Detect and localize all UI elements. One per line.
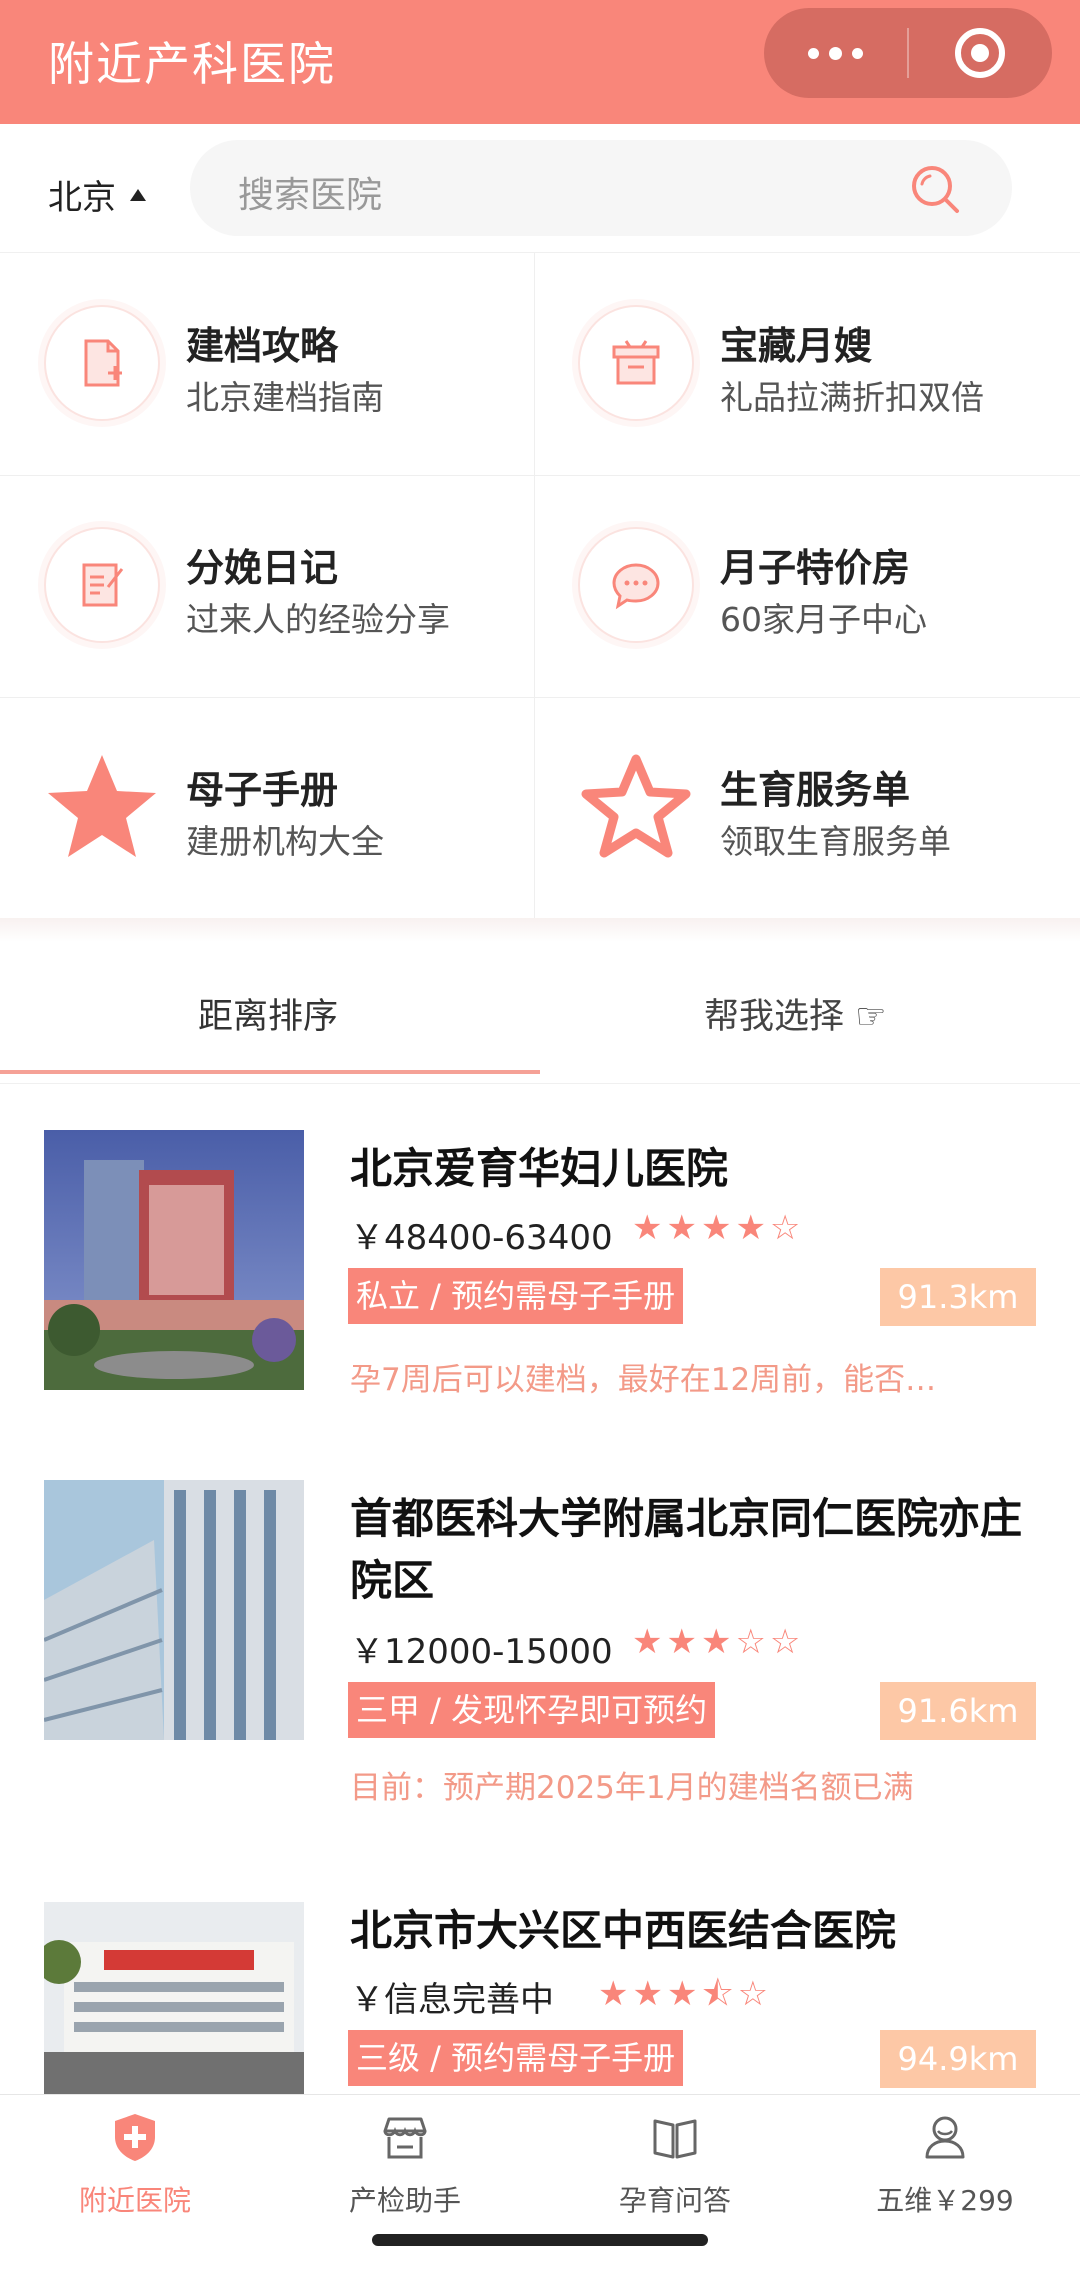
hospital-tag: 三甲 / 发现怀孕即可预约 xyxy=(348,1682,716,1738)
header: 附近产科医院 xyxy=(0,0,1080,124)
nav-label: 孕育问答 xyxy=(618,2184,731,2217)
hospital-tag: 三级 / 预约需母子手册 xyxy=(348,2030,684,2086)
grid-item-title: 生育服务单 xyxy=(720,768,911,812)
nav-pregnancy-qa[interactable]: 孕育问答 xyxy=(540,2095,810,2225)
grid-item-title: 月子特价房 xyxy=(720,546,911,590)
chat-bubble-icon xyxy=(578,527,694,643)
nav-label: 五维￥299 xyxy=(876,2184,1014,2217)
feature-grid: 建档攻略 北京建档指南 宝藏月嫂 礼品拉满折扣双倍 分娩日记 过来人的经验分享 … xyxy=(0,252,1080,919)
distance-badge: 94.9km xyxy=(880,2030,1036,2088)
grid-item-yuezi[interactable]: 月子特价房 60家月子中心 xyxy=(534,475,1068,697)
search-placeholder: 搜索医院 xyxy=(238,175,383,216)
book-icon xyxy=(653,2119,697,2159)
tab-help-me-choose[interactable]: 帮我选择 ☞ xyxy=(704,988,887,1039)
close-button[interactable] xyxy=(909,8,1052,98)
grid-item-desc: 过来人的经验分享 xyxy=(186,600,450,639)
hospital-card[interactable]: 北京爱育华妇儿医院 ￥48400-63400 ★★★★☆ 私立 / 预约需母子手… xyxy=(0,1084,1080,1424)
miniprogram-capsule xyxy=(764,8,1052,98)
hospital-note: 孕7周后可以建档，最好在12周前，能否… xyxy=(350,1362,937,1398)
page-title: 附近产科医院 xyxy=(48,37,336,91)
grid-item-desc: 领取生育服务单 xyxy=(720,822,951,861)
grid-item-desc: 建册机构大全 xyxy=(186,822,384,861)
nav-checkup-assistant[interactable]: 产检助手 xyxy=(270,2095,540,2225)
gift-box-icon xyxy=(578,305,694,421)
grid-item-desc: 60家月子中心 xyxy=(720,600,927,639)
rating-stars: ★★★★☆ xyxy=(632,1208,805,1248)
store-icon xyxy=(383,2117,427,2159)
search-row: 北京 搜索医院 xyxy=(0,124,1080,252)
grid-item-jiandang[interactable]: 建档攻略 北京建档指南 xyxy=(0,253,534,475)
grid-item-title: 分娩日记 xyxy=(186,546,339,590)
user-icon xyxy=(925,2116,965,2159)
star-outline-icon xyxy=(578,749,694,865)
nav-nearby-hospital[interactable]: 附近医院 xyxy=(0,2095,270,2225)
grid-item-desc: 礼品拉满折扣双倍 xyxy=(720,378,984,417)
grid-item-muzi[interactable]: 母子手册 建册机构大全 xyxy=(0,697,534,919)
hospital-shield-icon xyxy=(115,2114,155,2161)
grid-item-fenmian[interactable]: 分娩日记 过来人的经验分享 xyxy=(0,475,534,697)
hospital-photo xyxy=(44,1130,304,1390)
hospital-tag: 私立 / 预约需母子手册 xyxy=(348,1268,684,1324)
grid-item-yuesao[interactable]: 宝藏月嫂 礼品拉满折扣双倍 xyxy=(534,253,1068,475)
hospital-name: 北京市大兴区中西医结合医院 xyxy=(350,1906,897,1955)
grid-item-title: 母子手册 xyxy=(186,768,339,812)
search-icon[interactable] xyxy=(908,162,962,216)
hospital-price: ￥48400-63400 xyxy=(350,1218,613,1258)
sort-tabs: 距离排序 帮我选择 ☞ xyxy=(0,942,1080,1084)
more-dot-icon xyxy=(829,46,842,60)
star-filled-icon xyxy=(44,749,160,865)
more-dot-icon xyxy=(808,47,819,59)
bottom-nav: 附近医院 产检助手 孕育问答 五维￥299 xyxy=(0,2094,1080,2224)
edit-note-icon xyxy=(44,527,160,643)
close-circle-icon xyxy=(955,28,1006,78)
hospital-price: ￥12000-15000 xyxy=(350,1632,613,1672)
hospital-price: ￥信息完善中 xyxy=(350,1980,554,2020)
tab-distance-sort[interactable]: 距离排序 xyxy=(198,988,338,1039)
hospital-photo xyxy=(44,1480,304,1740)
city-selector[interactable]: 北京 xyxy=(48,170,146,219)
hospital-card[interactable]: 北京市大兴区中西医结合医院 ￥信息完善中 ★★★⯪☆ 三级 / 预约需母子手册 … xyxy=(0,1834,1080,2094)
nav-label: 产检助手 xyxy=(348,2184,461,2217)
grid-item-desc: 北京建档指南 xyxy=(186,378,384,417)
distance-badge: 91.3km xyxy=(880,1268,1036,1326)
rating-stars: ★★★☆☆ xyxy=(632,1622,805,1662)
hospital-photo xyxy=(44,1902,304,2094)
city-label: 北京 xyxy=(48,178,116,218)
document-add-icon xyxy=(44,305,160,421)
grid-item-title: 建档攻略 xyxy=(186,324,339,368)
distance-badge: 91.6km xyxy=(880,1682,1036,1740)
home-indicator-area xyxy=(0,2224,1080,2278)
hospital-name: 北京爱育华妇儿医院 xyxy=(350,1144,729,1193)
nav-5d-ultrasound[interactable]: 五维￥299 xyxy=(810,2095,1080,2225)
hospital-name: 首都医科大学附属北京同仁医院亦庄院区 xyxy=(350,1494,1023,1605)
nav-label: 附近医院 xyxy=(78,2184,191,2217)
grid-item-shengyu[interactable]: 生育服务单 领取生育服务单 xyxy=(534,697,1068,919)
more-button[interactable] xyxy=(764,8,907,98)
grid-item-title: 宝藏月嫂 xyxy=(720,324,873,368)
hospital-note: 目前：预产期2025年1月的建档名额已满 xyxy=(350,1770,914,1806)
caret-up-icon xyxy=(130,188,146,201)
home-indicator[interactable] xyxy=(372,2234,708,2246)
hospital-card[interactable]: 首都医科大学附属北京同仁医院亦庄院区 ￥12000-15000 ★★★☆☆ 三甲… xyxy=(0,1424,1080,1834)
section-divider xyxy=(0,918,1080,942)
active-tab-indicator xyxy=(0,1070,540,1074)
search-input[interactable]: 搜索医院 xyxy=(190,140,1012,236)
page: 附近产科医院 北京 搜索医院 建档攻略 北京建档指南 宝藏月嫂 礼品拉满折扣双倍… xyxy=(0,0,1080,2278)
more-dot-icon xyxy=(852,47,863,59)
rating-stars: ★★★⯪☆ xyxy=(598,1974,773,2014)
